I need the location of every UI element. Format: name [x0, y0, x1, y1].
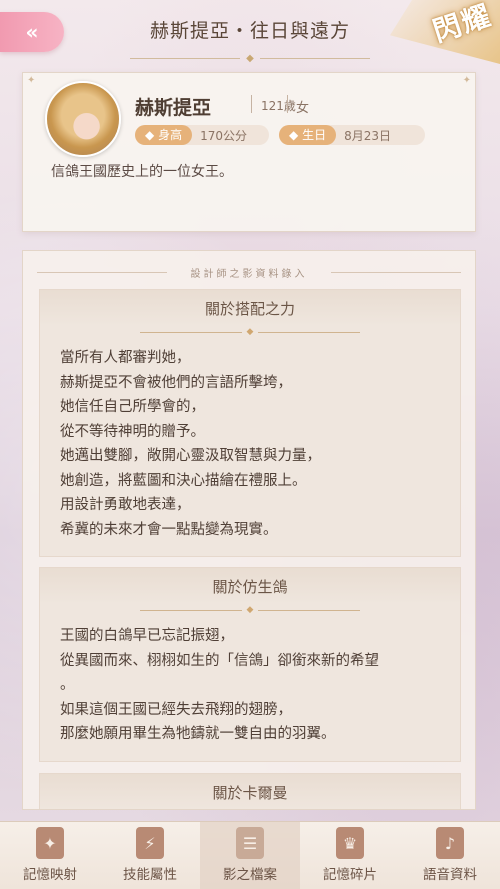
section-ornament: ◆	[140, 326, 360, 338]
section-heading: 關於仿生鴿	[40, 568, 460, 604]
file-document-icon: ☰	[236, 827, 264, 859]
height-label: ◆ 身高	[135, 125, 193, 145]
birthday-value: 8月23日	[344, 128, 391, 143]
birthday-pill: ◆ 生日 8月23日	[279, 125, 425, 145]
section-ornament: ◆	[140, 604, 360, 616]
voice-phone-icon: ♪	[436, 827, 464, 859]
height-value: 170公分	[200, 128, 247, 143]
records-panel[interactable]: 設計師之影資料錄入 關於搭配之力 ◆ 當所有人都審判她， 赫斯提亞不會被他們的言…	[22, 250, 476, 810]
nav-label: 技能屬性	[123, 867, 177, 883]
nav-label: 影之檔案	[223, 867, 277, 883]
divider	[287, 95, 288, 113]
birthday-label-text: 生日	[302, 128, 327, 142]
nav-label: 記憶碎片	[323, 867, 377, 883]
height-label-text: 身高	[158, 128, 183, 142]
diamond-icon: ◆	[145, 128, 155, 142]
diamond-icon: ◆	[289, 128, 299, 142]
nav-item-skill-attributes[interactable]: ⚡ 技能屬性	[100, 822, 200, 889]
section-body: 王國的白鴿早已忘記振翅， 從異國而來、栩栩如生的「信鴿」卻銜來新的希望 。 如果…	[60, 628, 379, 742]
nav-item-memory-fragments[interactable]: ♛ 記憶碎片	[300, 822, 400, 889]
section-body: 當所有人都審判她， 赫斯提亞不會被他們的言語所擊垮， 她信任自己所學會的， 從不…	[60, 350, 321, 538]
nav-item-shadow-file[interactable]: ☰ 影之檔案	[200, 822, 300, 889]
character-name: 赫斯提亞	[135, 97, 212, 119]
nav-label: 記憶映射	[23, 867, 77, 883]
record-section: 關於卡爾曼	[39, 773, 461, 809]
birthday-label: ◆ 生日	[279, 125, 337, 145]
bottom-nav: ✦ 記憶映射 ⚡ 技能屬性 ☰ 影之檔案 ♛ 記憶碎片 ♪ 語音資料	[0, 821, 500, 889]
section-heading: 關於卡爾曼	[40, 774, 460, 809]
record-section: 關於搭配之力 ◆ 當所有人都審判她， 赫斯提亞不會被他們的言語所擊垮， 她信任自…	[39, 289, 461, 557]
nav-item-memory-mapping[interactable]: ✦ 記憶映射	[0, 822, 100, 889]
corner-ornament-icon: ✦	[462, 75, 471, 86]
records-title: 設計師之影資料錄入	[23, 265, 475, 280]
character-gender: 女	[296, 101, 310, 116]
title-ornament: ◆	[130, 53, 370, 64]
memory-card-icon: ✦	[36, 827, 64, 859]
dress-icon: ♛	[336, 827, 364, 859]
profile-card: ✦ ✦ 赫斯提亞 121歲 女 ◆ 身高 170公分 ◆ 生日 8月23日 信鴿…	[22, 72, 476, 232]
skill-shield-icon: ⚡	[136, 827, 164, 859]
avatar	[45, 81, 121, 157]
character-bio: 信鴿王國歷史上的一位女王。	[51, 164, 233, 180]
record-section: 關於仿生鴿 ◆ 王國的白鴿早已忘記振翅， 從異國而來、栩栩如生的「信鴿」卻銜來新…	[39, 567, 461, 762]
divider	[251, 95, 252, 113]
corner-ornament-icon: ✦	[27, 75, 36, 86]
nav-item-voice-data[interactable]: ♪ 語音資料	[400, 822, 500, 889]
header: « 赫斯提亞・往日與遠方 ◆ 閃耀	[0, 0, 500, 64]
character-age: 121歲	[261, 99, 296, 113]
nav-label: 語音資料	[423, 867, 477, 883]
height-pill: ◆ 身高 170公分	[135, 125, 269, 145]
section-heading: 關於搭配之力	[40, 290, 460, 326]
